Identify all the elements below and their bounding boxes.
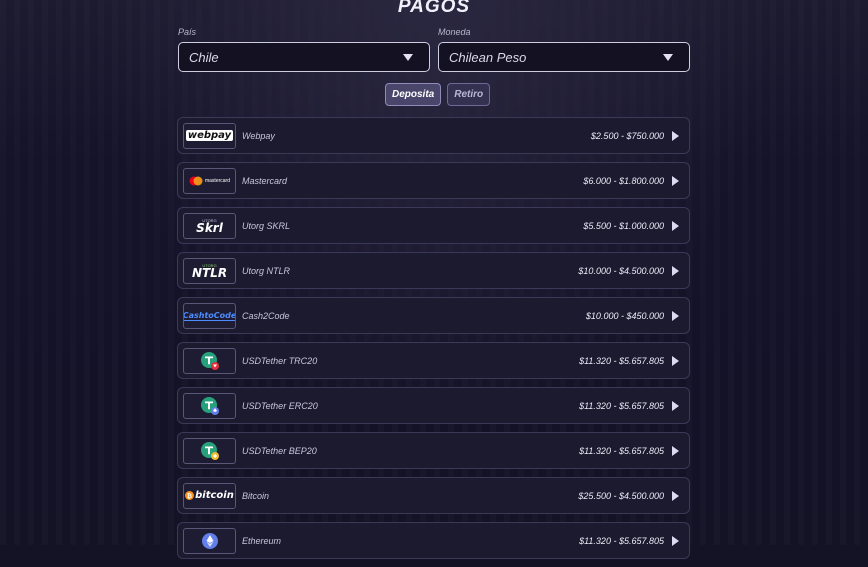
chevron-down-icon — [403, 53, 413, 61]
payment-method-row[interactable]: CashtoCode Cash2Code $10.000 - $450.000 — [177, 297, 690, 334]
payment-method-range: $10.000 - $4.500.000 — [578, 265, 664, 276]
tether-bep20-icon — [183, 437, 236, 464]
payment-method-name: USDTether ERC20 — [242, 400, 318, 411]
mastercard-logo-text: mastercard — [204, 177, 230, 184]
mastercard-circles-icon — [189, 176, 203, 185]
play-arrow-icon[interactable] — [672, 445, 679, 456]
payment-method-name: Mastercard — [242, 175, 288, 186]
ethereum-coin-icon — [201, 532, 218, 549]
play-arrow-icon[interactable] — [672, 265, 679, 276]
bitcoin-coin-icon: ₿ — [185, 491, 195, 500]
payment-method-row[interactable]: mastercard Mastercard $6.000 - $1.800.00… — [177, 162, 690, 199]
bitcoin-logo-text: bitcoin — [195, 490, 234, 501]
payment-method-row[interactable]: UTORG NTLR Utorg NTLR $10.000 - $4.500.0… — [177, 252, 690, 289]
payment-method-row[interactable]: USDTether TRC20 $11.320 - $5.657.805 — [177, 342, 690, 379]
payment-method-range: $6.000 - $1.800.000 — [583, 175, 664, 186]
payment-method-range: $2.500 - $750.000 — [590, 130, 664, 141]
neteller-logo: UTORG NTLR — [183, 257, 236, 284]
payment-method-row[interactable]: USDTether BEP20 $11.320 - $5.657.805 — [177, 432, 690, 469]
payment-method-range: $11.320 - $5.657.805 — [579, 355, 664, 366]
payment-method-row[interactable]: USDTether ERC20 $11.320 - $5.657.805 — [177, 387, 690, 424]
play-arrow-icon[interactable] — [672, 310, 679, 321]
skrill-logo-text: Skrl — [196, 220, 223, 235]
tether-icon — [200, 396, 219, 415]
payment-method-row[interactable]: Ethereum $11.320 - $5.657.805 — [177, 522, 690, 559]
page-title: PAGOS — [397, 0, 471, 17]
play-arrow-icon[interactable] — [672, 220, 679, 231]
payment-method-name: Bitcoin — [242, 490, 270, 501]
country-label: País — [178, 27, 197, 37]
payment-method-range: $5.500 - $1.000.000 — [583, 220, 664, 231]
payment-method-row[interactable]: ₿ bitcoin Bitcoin $25.500 - $4.500.000 — [177, 477, 690, 514]
svg-text:₿: ₿ — [187, 492, 192, 500]
chevron-down-icon — [663, 53, 673, 61]
country-value: Chile — [189, 49, 219, 65]
tab-withdrawal[interactable]: Retiro — [447, 83, 491, 106]
ethereum-icon — [183, 527, 236, 554]
payment-method-row[interactable]: webpay Webpay $2.500 - $750.000 — [177, 117, 690, 154]
mastercard-logo: mastercard — [183, 167, 236, 194]
webpay-logo-text: webpay — [185, 130, 234, 141]
country-select[interactable]: Chile — [178, 42, 430, 72]
play-arrow-icon[interactable] — [672, 490, 679, 501]
play-arrow-icon[interactable] — [672, 130, 679, 141]
payment-method-range: $11.320 - $5.657.805 — [579, 400, 664, 411]
transaction-tabs: Deposita Retiro — [385, 83, 491, 106]
currency-label: Moneda — [438, 27, 471, 37]
skrill-logo: UTORG Skrl — [183, 212, 236, 239]
payment-method-name: Ethereum — [242, 535, 282, 546]
cashtocode-logo-text: CashtoCode — [183, 310, 236, 321]
payment-method-range: $11.320 - $5.657.805 — [579, 445, 664, 456]
play-arrow-icon[interactable] — [672, 355, 679, 366]
payment-method-name: Cash2Code — [242, 310, 290, 321]
webpay-logo: webpay — [183, 122, 236, 149]
payment-method-row[interactable]: UTORG Skrl Utorg SKRL $5.500 - $1.000.00… — [177, 207, 690, 244]
tether-icon — [200, 441, 219, 460]
payment-method-name: Webpay — [242, 130, 275, 141]
cashtocode-logo: CashtoCode — [183, 302, 236, 329]
payment-method-name: Utorg SKRL — [242, 220, 291, 231]
payment-method-name: USDTether BEP20 — [242, 445, 317, 456]
payment-method-name: USDTether TRC20 — [242, 355, 318, 366]
tether-trc20-icon — [183, 347, 236, 374]
tether-icon — [200, 351, 219, 370]
play-arrow-icon[interactable] — [672, 535, 679, 546]
tether-erc20-icon — [183, 392, 236, 419]
play-arrow-icon[interactable] — [672, 400, 679, 411]
play-arrow-icon[interactable] — [672, 175, 679, 186]
payment-method-range: $10.000 - $450.000 — [585, 310, 664, 321]
tab-deposit[interactable]: Deposita — [385, 83, 442, 106]
payment-method-range: $11.320 - $5.657.805 — [579, 535, 664, 546]
payment-method-name: Utorg NTLR — [242, 265, 291, 276]
payment-method-range: $25.500 - $4.500.000 — [578, 490, 664, 501]
currency-value: Chilean Peso — [449, 49, 527, 65]
neteller-logo-text: NTLR — [191, 265, 228, 280]
currency-select[interactable]: Chilean Peso — [438, 42, 690, 72]
payment-methods-list: webpay Webpay $2.500 - $750.000 masterca… — [177, 117, 690, 567]
bitcoin-logo: ₿ bitcoin — [183, 482, 236, 509]
